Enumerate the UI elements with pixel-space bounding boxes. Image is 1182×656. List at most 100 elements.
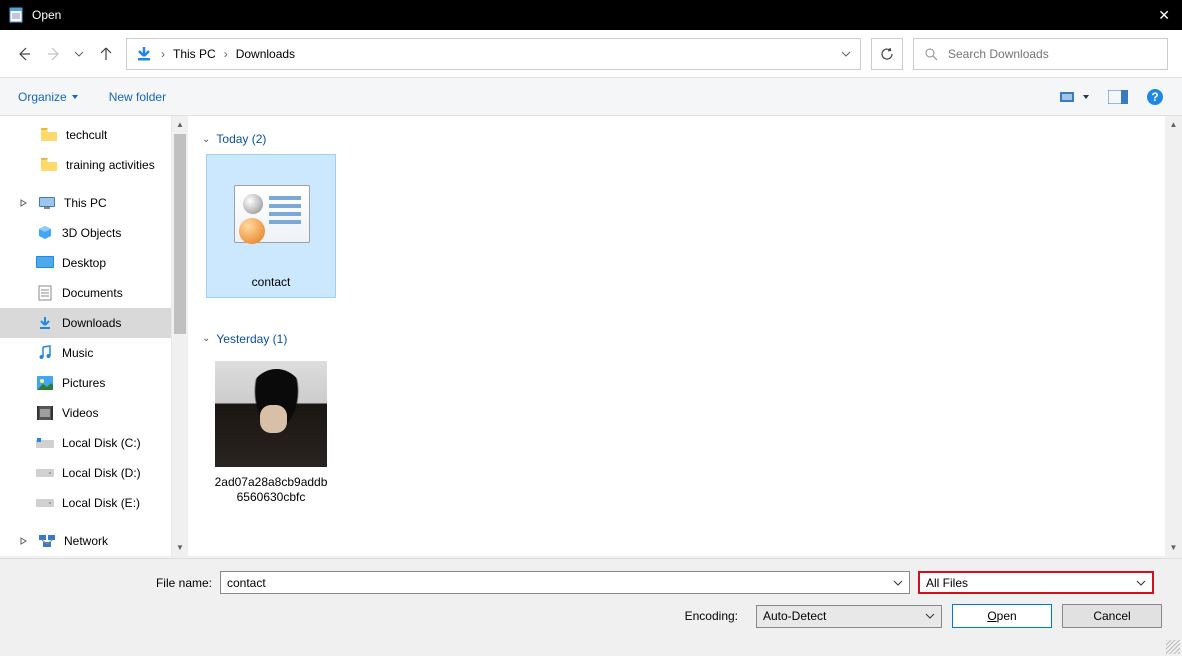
preview-pane-button[interactable] — [1108, 90, 1128, 104]
close-button[interactable]: ✕ — [1154, 7, 1174, 24]
group-label: Yesterday (1) — [216, 332, 287, 346]
filename-combo[interactable]: contact — [220, 571, 910, 594]
notepad-icon — [8, 7, 24, 23]
sidebar-item-downloads[interactable]: Downloads — [0, 308, 171, 338]
scroll-thumb[interactable] — [174, 134, 186, 334]
sidebar-label: Network — [64, 534, 108, 548]
folder-icon — [40, 126, 58, 144]
chevron-down-icon[interactable] — [840, 48, 852, 60]
caret-down-icon — [1082, 93, 1090, 101]
scroll-down-icon[interactable]: ▼ — [1165, 539, 1182, 556]
expander-icon[interactable] — [20, 537, 30, 545]
sidebar-label: training activities — [66, 158, 155, 172]
contact-file-icon — [213, 161, 331, 267]
chevron-down-icon — [1136, 580, 1146, 586]
drive-icon — [36, 494, 54, 512]
sidebar-label: Desktop — [62, 256, 106, 270]
scroll-down-icon[interactable]: ▼ — [172, 539, 188, 556]
group-header-yesterday[interactable]: ⌄ Yesterday (1) — [198, 326, 1155, 354]
content-scrollbar[interactable]: ▲ ▼ — [1165, 116, 1182, 556]
chevron-down-icon — [893, 580, 903, 586]
view-options-button[interactable] — [1060, 90, 1090, 104]
footer: File name: contact All Files Encoding: A… — [0, 558, 1182, 656]
search-box[interactable] — [913, 38, 1168, 70]
organize-label: Organize — [18, 90, 67, 104]
sidebar-item-techcult[interactable]: techcult — [0, 120, 171, 150]
filetype-value: All Files — [926, 576, 1136, 590]
sidebar-label: Downloads — [62, 316, 121, 330]
history-dropdown-icon[interactable] — [74, 49, 86, 59]
search-input[interactable] — [948, 47, 1157, 61]
toolbar: Organize New folder ? — [0, 78, 1182, 116]
help-button[interactable]: ? — [1146, 88, 1164, 106]
sidebar-label: Videos — [62, 406, 98, 420]
sidebar-label: techcult — [66, 128, 107, 142]
group-header-today[interactable]: ⌄ Today (2) — [198, 126, 1155, 154]
music-icon — [36, 344, 54, 362]
sidebar-item-diske[interactable]: Local Disk (E:) — [0, 488, 171, 518]
sidebar-label: Local Disk (D:) — [62, 466, 141, 480]
drive-icon — [36, 464, 54, 482]
chevron-right-icon: › — [159, 47, 167, 61]
sidebar-label: Local Disk (C:) — [62, 436, 141, 450]
sidebar-item-thispc[interactable]: This PC — [0, 188, 171, 218]
address-bar[interactable]: › This PC › Downloads — [126, 38, 861, 70]
network-icon — [38, 532, 56, 550]
sidebar-label: Pictures — [62, 376, 105, 390]
expander-icon[interactable] — [20, 199, 30, 207]
new-folder-button[interactable]: New folder — [109, 90, 166, 104]
sidebar-item-training[interactable]: training activities — [0, 150, 171, 180]
downloads-icon — [135, 45, 153, 63]
desktop-icon — [36, 254, 54, 272]
filetype-combo[interactable]: All Files — [918, 571, 1154, 594]
sidebar-item-documents[interactable]: Documents — [0, 278, 171, 308]
caret-down-icon — [71, 93, 79, 101]
computer-icon — [38, 194, 56, 212]
scroll-up-icon[interactable]: ▲ — [1165, 116, 1182, 133]
new-folder-label: New folder — [109, 90, 166, 104]
sidebar-item-pictures[interactable]: Pictures — [0, 368, 171, 398]
open-button[interactable]: Open — [952, 604, 1052, 628]
resize-grip[interactable] — [1166, 640, 1180, 654]
filename-label: File name: — [20, 576, 220, 590]
sidebar-item-music[interactable]: Music — [0, 338, 171, 368]
filename-value: contact — [227, 576, 893, 590]
sidebar-label: Music — [62, 346, 93, 360]
encoding-combo[interactable]: Auto-Detect — [756, 605, 942, 628]
sidebar-item-desktop[interactable]: Desktop — [0, 248, 171, 278]
file-label: contact — [213, 275, 329, 291]
chevron-right-icon: › — [222, 47, 230, 61]
up-button[interactable] — [96, 44, 116, 64]
drive-icon — [36, 434, 54, 452]
pictures-icon — [36, 374, 54, 392]
sidebar-item-network[interactable]: Network — [0, 526, 171, 556]
sidebar-label: This PC — [64, 196, 107, 210]
3d-icon — [36, 224, 54, 242]
chevron-down-icon: ⌄ — [202, 134, 210, 145]
file-label: 2ad07a28a8cb9addb6560630cbfc — [213, 475, 329, 506]
file-item-contact[interactable]: contact — [206, 154, 336, 298]
scroll-up-icon[interactable]: ▲ — [172, 116, 188, 133]
search-icon — [924, 47, 938, 61]
sidebar-label: Documents — [62, 286, 123, 300]
sidebar-item-3dobjects[interactable]: 3D Objects — [0, 218, 171, 248]
sidebar-item-diskc[interactable]: Local Disk (C:) — [0, 428, 171, 458]
cancel-button[interactable]: Cancel — [1062, 604, 1162, 628]
sidebar-scrollbar[interactable]: ▲ ▼ — [171, 116, 188, 556]
back-button[interactable] — [14, 44, 34, 64]
organize-menu[interactable]: Organize — [18, 90, 79, 104]
breadcrumb-root[interactable]: This PC — [173, 47, 216, 61]
sidebar-item-videos[interactable]: Videos — [0, 398, 171, 428]
breadcrumb-current[interactable]: Downloads — [236, 47, 295, 61]
sidebar-item-diskd[interactable]: Local Disk (D:) — [0, 458, 171, 488]
forward-button[interactable] — [44, 44, 64, 64]
file-list: ⌄ Today (2) contact ⌄ Yesterday (1) — [188, 116, 1182, 556]
nav-bar: › This PC › Downloads — [0, 30, 1182, 78]
file-item-image[interactable]: 2ad07a28a8cb9addb6560630cbfc — [206, 354, 336, 513]
title-bar: Open ✕ — [0, 0, 1182, 30]
videos-icon — [36, 404, 54, 422]
chevron-down-icon: ⌄ — [202, 333, 210, 344]
window-title: Open — [32, 8, 1154, 22]
refresh-button[interactable] — [871, 38, 903, 70]
sidebar: techcult training activities This PC 3D … — [0, 116, 188, 556]
